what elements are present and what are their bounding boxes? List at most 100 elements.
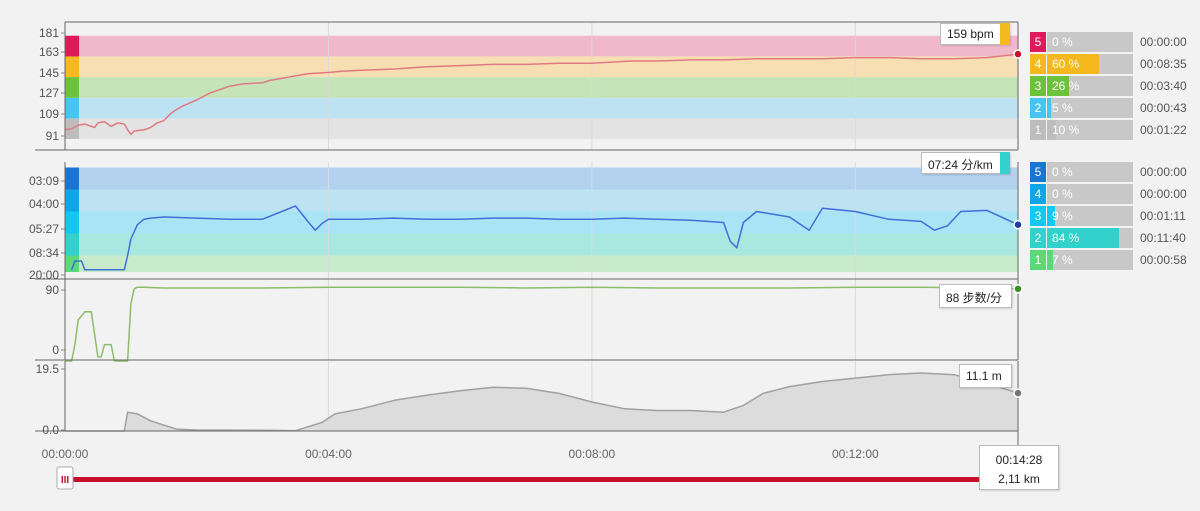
pace-zone-band-1 <box>65 255 1018 272</box>
elevation-current-marker <box>1013 388 1023 398</box>
heart-rate-ytick-label-5: 109 <box>39 107 59 121</box>
pace-zone-key-2 <box>65 233 79 256</box>
pace-zone-number: 1 <box>1030 250 1046 270</box>
pace-ytick-label-2: 04:00 <box>29 197 59 211</box>
heart-rate-zone-percent: 10 % <box>1052 123 1080 137</box>
pace-ytick-label-5: 20:00 <box>29 268 59 282</box>
pace-zone-time: 00:00:00 <box>1140 165 1187 179</box>
pace-zone-number: 5 <box>1030 162 1046 182</box>
heart-rate-zone-percent: 5 % <box>1052 101 1073 115</box>
pace-ytick-label-4: 08:34 <box>29 246 59 260</box>
x-tick-label-4: 00:12:00 <box>832 447 879 461</box>
pace-zone-list: 5 0 % 00:00:00 4 0 % 00:00:00 3 9 % 00:01:11 2 84 … <box>1030 162 1200 272</box>
x-tick-label-1: 00:00:00 <box>42 447 89 461</box>
heart-rate-zone-number: 5 <box>1030 32 1046 52</box>
heart-rate-zone-fill <box>1047 98 1052 118</box>
pace-tooltip-accent <box>1000 152 1010 174</box>
heart-rate-zone-time: 00:08:35 <box>1140 57 1187 71</box>
timeline-slider-track <box>65 477 1018 482</box>
heart-rate-zone-percent: 0 % <box>1052 35 1073 49</box>
pace-zone-bar: 0 % <box>1047 162 1133 182</box>
heart-rate-zone-bar: 60 % <box>1047 54 1133 74</box>
pace-tooltip-value: 07:24 分/km <box>928 158 993 172</box>
heart-rate-tooltip: 159 bpm <box>940 23 1010 45</box>
heart-rate-ytick-label-4: 127 <box>39 86 59 100</box>
pace-zone-band-2 <box>65 233 1018 256</box>
heart-rate-zone-key-2 <box>65 97 79 119</box>
pace-zone-time: 00:00:00 <box>1140 187 1187 201</box>
heart-rate-zone-number: 2 <box>1030 98 1046 118</box>
heart-rate-zone-bar: 5 % <box>1047 98 1133 118</box>
heart-rate-zone-time: 00:00:00 <box>1140 35 1187 49</box>
pace-zone-band-3 <box>65 211 1018 234</box>
cadence-series-line <box>65 286 1019 362</box>
heart-rate-zone-band-5 <box>65 35 1018 57</box>
heart-rate-zone-bar: 10 % <box>1047 120 1133 140</box>
pace-zone-percent: 7 % <box>1052 253 1073 267</box>
cadence-current-marker <box>1013 284 1023 294</box>
pace-zone-band-5 <box>65 167 1018 190</box>
pace-zone-percent: 0 % <box>1052 187 1073 201</box>
heart-rate-zone-bar: 26 % <box>1047 76 1133 96</box>
pace-zone-bar: 0 % <box>1047 184 1133 204</box>
pace-tooltip: 07:24 分/km <box>921 152 1010 174</box>
pace-zone-bar: 9 % <box>1047 206 1133 226</box>
heart-rate-zone-bar: 0 % <box>1047 32 1133 52</box>
pace-zone-key-4 <box>65 189 79 212</box>
elevation-tooltip: 11.1 m <box>959 364 1012 388</box>
heart-rate-zone-key-3 <box>65 77 79 98</box>
timeline-slider-handle-label: III <box>61 475 70 486</box>
heart-rate-zone-time: 00:03:40 <box>1140 79 1187 93</box>
pace-zone-time: 00:00:58 <box>1140 253 1187 267</box>
pace-zone-band-4 <box>65 189 1018 212</box>
heart-rate-ytick-label-3: 145 <box>39 66 59 80</box>
cursor-distance: 2,11 km <box>998 472 1040 486</box>
pace-zone-bar: 84 % <box>1047 228 1133 248</box>
heart-rate-zone-band-2 <box>65 97 1018 119</box>
cadence-tooltip-value: 88 步数/分 <box>946 291 1003 305</box>
pace-ytick-label-3: 05:27 <box>29 222 59 236</box>
pace-zone-number: 2 <box>1030 228 1046 248</box>
heart-rate-zone-percent: 60 % <box>1052 57 1080 71</box>
heart-rate-ytick-label-2: 163 <box>39 45 59 59</box>
heart-rate-ytick-label-6: 91 <box>46 129 60 143</box>
pace-zone-time: 00:11:40 <box>1140 231 1186 245</box>
heart-rate-zone-band-1 <box>65 118 1018 139</box>
heart-rate-zone-time: 00:00:43 <box>1140 101 1187 115</box>
heart-rate-ytick-label-1: 181 <box>39 26 59 40</box>
pace-zone-key-5 <box>65 167 79 190</box>
pace-zone-number: 3 <box>1030 206 1046 226</box>
elevation-tooltip-value: 11.1 m <box>966 369 1002 383</box>
pace-zone-percent: 84 % <box>1052 231 1080 245</box>
pace-zone-key-3 <box>65 211 79 234</box>
heart-rate-zone-number: 1 <box>1030 120 1046 140</box>
activity-charts: 181 163 145 127 109 91 03:09 04:00 05:27 08:34 20:… <box>29 21 1023 490</box>
elevation-area <box>65 373 1018 431</box>
pace-zone-percent: 9 % <box>1052 209 1073 223</box>
heart-rate-tooltip-value: 159 bpm <box>947 27 994 41</box>
cadence-tooltip: 88 步数/分 <box>939 284 1012 308</box>
x-tick-label-2: 00:04:00 <box>305 447 352 461</box>
heart-rate-zone-band-4 <box>65 56 1018 78</box>
heart-rate-zone-list: 5 0 % 00:00:00 4 60 % 00:08:35 3 26 % 00:03:40 2 5… <box>1030 32 1200 142</box>
heart-rate-tooltip-accent <box>1000 23 1010 45</box>
pace-current-marker <box>1013 219 1023 230</box>
heart-rate-zone-number: 4 <box>1030 54 1046 74</box>
heart-rate-zone-key-4 <box>65 56 79 78</box>
heart-rate-zone-number: 3 <box>1030 76 1046 96</box>
pace-zone-number: 4 <box>1030 184 1046 204</box>
heart-rate-current-marker <box>1013 49 1023 59</box>
cadence-ytick-label-2: 0 <box>52 343 59 357</box>
pace-ytick-label-1: 03:09 <box>29 174 59 188</box>
pace-zone-time: 00:01:11 <box>1140 209 1186 223</box>
heart-rate-zone-key-5 <box>65 35 79 57</box>
cursor-readout: 00:14:28 2,11 km <box>979 445 1059 490</box>
cadence-ytick-label-1: 90 <box>46 283 60 297</box>
heart-rate-zone-percent: 26 % <box>1052 79 1080 93</box>
cursor-time: 00:14:28 <box>995 453 1043 467</box>
heart-rate-zone-time: 00:01:22 <box>1140 123 1187 137</box>
pace-zone-bar: 7 % <box>1047 250 1133 270</box>
pace-zone-percent: 0 % <box>1052 165 1073 179</box>
elevation-ytick-label-2: 0.0 <box>42 423 59 437</box>
elevation-ytick-label-1: 19.5 <box>36 362 60 376</box>
